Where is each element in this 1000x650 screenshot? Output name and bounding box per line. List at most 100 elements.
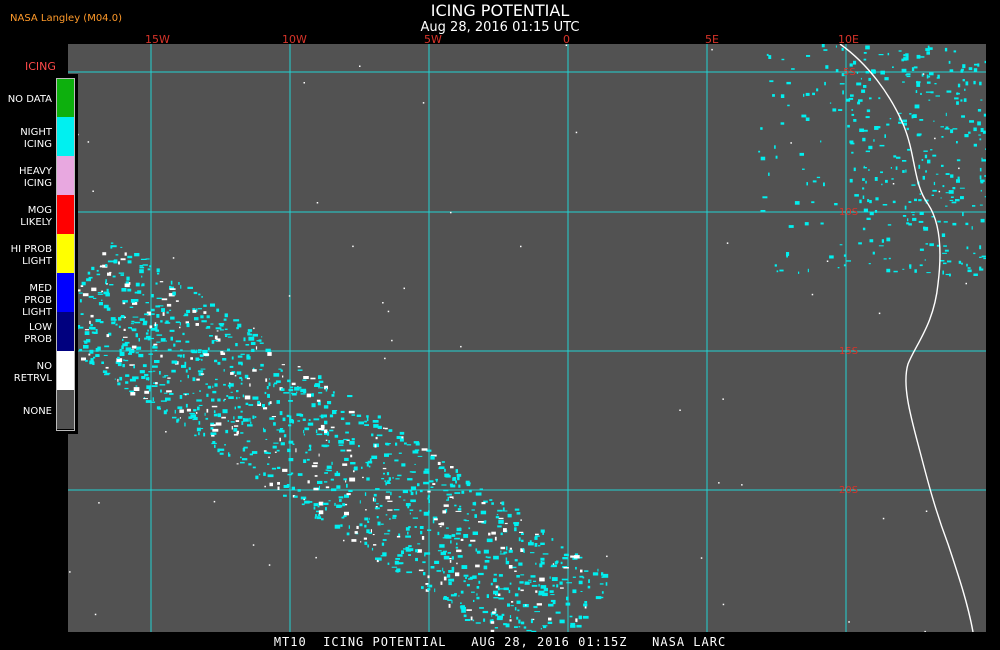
night-icing-speck [323,405,329,409]
night-icing-speck [216,308,220,312]
night-icing-speck [816,176,821,179]
night-icing-speck [929,72,934,76]
night-icing-speck [962,212,964,217]
night-icing-speck [90,323,93,327]
night-icing-speck [597,568,599,572]
night-icing-speck [924,154,928,159]
night-icing-speck [950,196,954,198]
night-icing-speck [530,619,533,624]
night-icing-speck [566,582,572,584]
night-icing-speck [212,385,214,388]
night-icing-speck [154,360,160,363]
night-icing-speck [940,197,942,199]
night-icing-speck [340,417,345,420]
night-icing-speck [442,567,444,572]
night-icing-speck [276,400,280,404]
night-icing-speck [401,550,404,554]
night-icing-speck [419,526,424,529]
night-icing-speck [973,68,978,72]
night-icing-speck [984,60,986,64]
night-icing-speck [303,459,307,463]
night-icing-speck [314,383,321,387]
no-retrvl-speck [216,330,219,332]
night-icing-speck [498,574,503,577]
footer-caption: MT10 ICING POTENTIAL AUG 28, 2016 01:15Z… [273,635,727,649]
night-icing-speck [326,465,332,469]
night-icing-speck [552,601,556,605]
night-icing-speck [342,503,346,507]
no-retrvl-speck [279,437,281,442]
night-icing-speck [218,448,225,451]
no-retrvl-speck [303,82,305,84]
no-retrvl-speck [356,525,359,529]
no-retrvl-speck [233,425,239,427]
night-icing-speck [461,490,465,494]
night-icing-speck [953,50,957,53]
night-icing-speck [323,414,327,418]
night-icing-speck [867,199,870,203]
lat-label-15s: 15S [839,346,859,357]
night-icing-speck [926,51,930,55]
night-icing-speck [812,92,815,96]
no-retrvl-speck [342,463,348,466]
night-icing-speck [260,363,264,367]
night-icing-speck [479,488,483,490]
night-icing-speck [786,81,791,85]
night-icing-speck [410,486,417,490]
night-icing-speck [215,378,218,381]
night-icing-speck [165,340,167,342]
night-icing-speck [237,355,243,358]
night-icing-speck [576,624,582,628]
night-icing-speck [135,385,138,387]
night-icing-speck [297,473,303,476]
no-retrvl-speck [343,539,345,542]
night-icing-speck [366,477,370,481]
no-retrvl-speck [375,436,378,440]
night-icing-speck [865,150,870,153]
night-icing-speck [346,532,350,536]
night-icing-speck [147,329,149,332]
night-icing-speck [542,625,548,627]
night-icing-speck [443,489,449,492]
night-icing-speck [906,127,909,131]
no-retrvl-speck [535,533,539,536]
night-icing-speck [364,420,367,423]
no-retrvl-speck [90,314,94,318]
no-retrvl-speck [69,571,71,573]
night-icing-speck [321,518,324,521]
night-icing-speck [428,510,430,514]
night-icing-speck [334,524,341,529]
night-icing-speck [923,150,928,152]
satellite-map[interactable] [68,44,986,632]
no-retrvl-speck [271,416,276,418]
night-icing-speck [144,373,149,377]
night-icing-speck [251,451,258,454]
no-retrvl-speck [123,336,128,338]
night-icing-speck [862,195,865,199]
night-icing-speck [766,53,769,56]
night-icing-speck [170,336,173,341]
night-icing-speck [324,420,328,425]
night-icing-speck [344,457,349,461]
night-icing-speck [307,422,314,426]
no-retrvl-speck [131,345,137,349]
night-icing-speck [556,560,559,563]
night-icing-speck [978,134,981,136]
night-icing-speck [482,610,489,614]
night-icing-speck [391,566,398,568]
night-icing-speck [345,422,351,425]
night-icing-speck [979,138,982,141]
night-icing-speck [79,348,83,352]
night-icing-speck [964,134,969,138]
night-icing-speck [919,211,924,215]
night-icing-speck [98,302,103,306]
no-retrvl-speck [310,377,316,380]
night-icing-speck [286,414,290,418]
night-icing-speck [946,90,952,93]
no-retrvl-speck [282,375,284,378]
night-icing-speck [820,140,822,143]
no-retrvl-speck [268,564,271,566]
night-icing-speck [514,525,517,527]
night-icing-speck [540,557,545,561]
night-icing-speck [551,577,558,581]
